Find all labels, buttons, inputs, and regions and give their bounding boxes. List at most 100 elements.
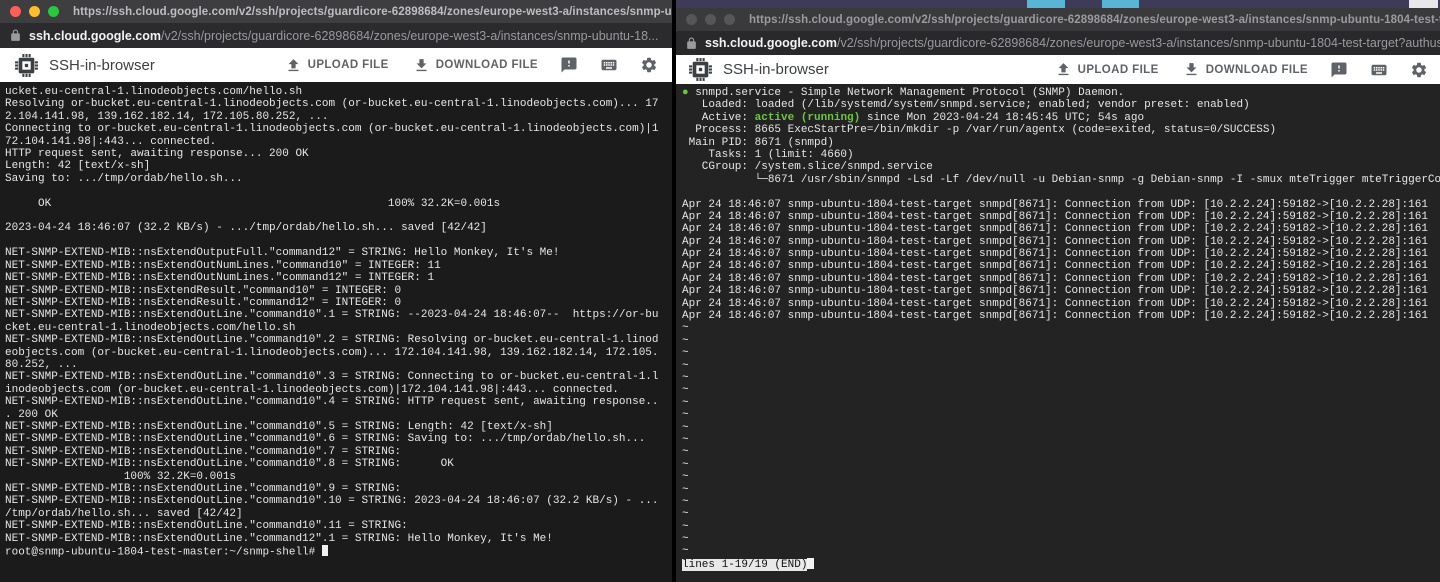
- gear-icon: [640, 56, 658, 74]
- terminal-line: Apr 24 18:46:07 snmp-ubuntu-1804-test-ta…: [682, 273, 1434, 285]
- right-terminal-output: ● snmpd.service - Simple Network Managem…: [682, 87, 1434, 558]
- terminal-line: ~: [682, 521, 1434, 533]
- browser-window-left: https://ssh.cloud.google.com/v2/ssh/proj…: [0, 0, 672, 582]
- terminal-line: ~: [682, 496, 1434, 508]
- address-bar[interactable]: ssh.cloud.google.com/v2/ssh/projects/gua…: [676, 31, 1440, 55]
- close-button[interactable]: [686, 14, 697, 25]
- feedback-icon: [560, 56, 578, 74]
- upload-file-button[interactable]: UPLOAD FILE: [285, 57, 389, 74]
- upload-file-label: UPLOAD FILE: [1078, 64, 1159, 76]
- ssh-toolbar: SSH-in-browser UPLOAD FILE DOWNLOAD FILE: [0, 48, 672, 82]
- chip-icon: [14, 53, 39, 78]
- upload-file-label: UPLOAD FILE: [308, 59, 389, 71]
- terminal-line: Apr 24 18:46:07 snmp-ubuntu-1804-test-ta…: [682, 199, 1434, 211]
- feedback-button[interactable]: [1330, 61, 1348, 79]
- browser-window-right: https://ssh.cloud.google.com/v2/ssh/proj…: [676, 0, 1440, 582]
- titlebar: https://ssh.cloud.google.com/v2/ssh/proj…: [676, 8, 1440, 31]
- background-tab-segment: [1409, 0, 1438, 8]
- feedback-button[interactable]: [560, 56, 578, 74]
- traffic-lights: [686, 14, 735, 25]
- lock-icon: [685, 37, 698, 50]
- terminal-line: ~: [682, 360, 1434, 372]
- terminal-line: ~: [682, 508, 1434, 520]
- terminal-line: ~: [682, 422, 1434, 434]
- app-title: SSH-in-browser: [49, 57, 155, 74]
- background-tab-segment: [1027, 0, 1065, 8]
- pager-status-text: lines 1-19/19 (END): [682, 559, 807, 571]
- terminal-line: ~: [682, 484, 1434, 496]
- terminal-line: Apr 24 18:46:07 snmp-ubuntu-1804-test-ta…: [682, 310, 1434, 322]
- terminal-line: Apr 24 18:46:07 snmp-ubuntu-1804-test-ta…: [682, 248, 1434, 260]
- terminal-line: Tasks: 1 (limit: 4660): [682, 149, 1434, 161]
- terminal-line: Active: active (running) since Mon 2023-…: [682, 112, 1434, 124]
- download-icon: [413, 57, 430, 74]
- terminal-line: Main PID: 8671 (snmpd): [682, 137, 1434, 149]
- upload-icon: [285, 57, 302, 74]
- terminal-line: ~: [682, 545, 1434, 557]
- terminal-line: Apr 24 18:46:07 snmp-ubuntu-1804-test-ta…: [682, 260, 1434, 272]
- terminal-line: └─8671 /usr/sbin/snmpd -Lsd -Lf /dev/nul…: [682, 174, 1434, 186]
- download-file-label: DOWNLOAD FILE: [436, 59, 538, 71]
- address-domain: ssh.cloud.google.com: [29, 29, 161, 43]
- app-title: SSH-in-browser: [723, 61, 829, 78]
- terminal-line: ~: [682, 384, 1434, 396]
- keyboard-button[interactable]: [1370, 61, 1388, 79]
- terminal-line: Apr 24 18:46:07 snmp-ubuntu-1804-test-ta…: [682, 298, 1434, 310]
- download-file-label: DOWNLOAD FILE: [1206, 64, 1308, 76]
- terminal-line: Apr 24 18:46:07 snmp-ubuntu-1804-test-ta…: [682, 223, 1434, 235]
- ssh-toolbar: SSH-in-browser UPLOAD FILE DOWNLOAD FILE: [676, 55, 1440, 84]
- terminal-cursor: [807, 558, 814, 569]
- terminal-line: ~: [682, 446, 1434, 458]
- terminal-line: ~: [682, 322, 1434, 334]
- settings-button[interactable]: [640, 56, 658, 74]
- shell-prompt: root@snmp-ubuntu-1804-test-master:~/snmp…: [5, 547, 322, 559]
- background-tab-segment: [1102, 0, 1139, 8]
- terminal-line: Apr 24 18:46:07 snmp-ubuntu-1804-test-ta…: [682, 285, 1434, 297]
- terminal-line: ~: [682, 372, 1434, 384]
- terminal-line: [682, 186, 1434, 198]
- upload-icon: [1055, 61, 1072, 78]
- address-bar[interactable]: ssh.cloud.google.com/v2/ssh/projects/gua…: [0, 23, 672, 48]
- terminal-line: ~: [682, 533, 1434, 545]
- terminal-left[interactable]: ucket.eu-central-1.linodeobjects.com/hel…: [0, 82, 672, 582]
- address-path: /v2/ssh/projects/guardicore-62898684/zon…: [161, 29, 659, 43]
- settings-button[interactable]: [1410, 61, 1428, 79]
- terminal-line: ~: [682, 459, 1434, 471]
- address-url: ssh.cloud.google.com/v2/ssh/projects/gua…: [29, 29, 658, 43]
- terminal-line: ~: [682, 347, 1434, 359]
- upload-file-button[interactable]: UPLOAD FILE: [1055, 61, 1159, 78]
- chip-icon: [688, 57, 713, 82]
- lock-icon: [9, 29, 22, 42]
- shell-prompt-line: root@snmp-ubuntu-1804-test-master:~/snmp…: [5, 545, 667, 559]
- keyboard-icon: [600, 56, 618, 74]
- terminal-line: CGroup: /system.slice/snmpd.service: [682, 161, 1434, 173]
- terminal-line: Apr 24 18:46:07 snmp-ubuntu-1804-test-ta…: [682, 236, 1434, 248]
- keyboard-button[interactable]: [600, 56, 618, 74]
- pager-status-line: lines 1-19/19 (END): [682, 558, 1434, 572]
- titlebar: https://ssh.cloud.google.com/v2/ssh/proj…: [0, 0, 672, 23]
- terminal-line: ~: [682, 471, 1434, 483]
- terminal-line: Apr 24 18:46:07 snmp-ubuntu-1804-test-ta…: [682, 211, 1434, 223]
- left-terminal-output: ucket.eu-central-1.linodeobjects.com/hel…: [5, 86, 667, 545]
- traffic-lights: [10, 6, 59, 17]
- terminal-right[interactable]: ● snmpd.service - Simple Network Managem…: [676, 84, 1440, 582]
- gear-icon: [1410, 61, 1428, 79]
- terminal-cursor: [322, 545, 329, 556]
- address-domain: ssh.cloud.google.com: [705, 36, 837, 50]
- zoom-button[interactable]: [724, 14, 735, 25]
- download-file-button[interactable]: DOWNLOAD FILE: [413, 57, 538, 74]
- terminal-line: Loaded: loaded (/lib/systemd/system/snmp…: [682, 99, 1434, 111]
- window-title-url: https://ssh.cloud.google.com/v2/ssh/proj…: [749, 14, 1440, 26]
- terminal-line: ~: [682, 335, 1434, 347]
- terminal-line: ● snmpd.service - Simple Network Managem…: [682, 87, 1434, 99]
- minimize-button[interactable]: [705, 14, 716, 25]
- download-file-button[interactable]: DOWNLOAD FILE: [1183, 61, 1308, 78]
- terminal-line: ~: [682, 409, 1434, 421]
- close-button[interactable]: [10, 6, 21, 17]
- minimize-button[interactable]: [29, 6, 40, 17]
- terminal-line: ~: [682, 397, 1434, 409]
- feedback-icon: [1330, 61, 1348, 79]
- zoom-button[interactable]: [48, 6, 59, 17]
- address-url: ssh.cloud.google.com/v2/ssh/projects/gua…: [705, 36, 1440, 50]
- background-window-strip: [676, 0, 1440, 8]
